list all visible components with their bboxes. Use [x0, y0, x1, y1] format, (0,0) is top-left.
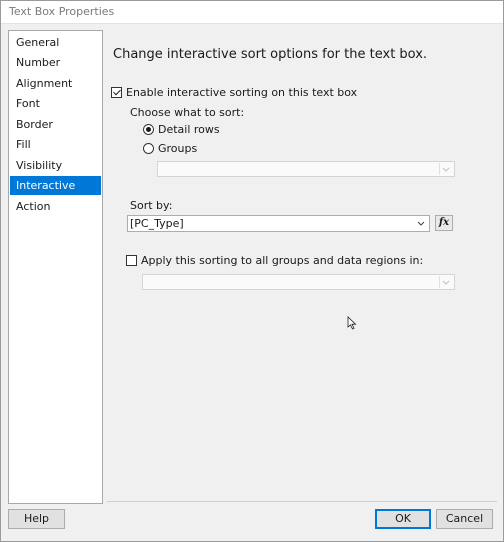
content-panel: Change interactive sort options for the … [107, 30, 497, 500]
apply-all-groups-checkbox[interactable] [126, 255, 137, 266]
apply-all-groups-label[interactable]: Apply this sorting to all groups and dat… [141, 254, 423, 267]
groups-radio[interactable] [143, 143, 154, 154]
chevron-down-icon [417, 221, 425, 226]
data-regions-dropdown[interactable] [142, 274, 455, 290]
sort-by-value: [PC_Type] [130, 217, 184, 230]
enable-sorting-checkbox[interactable] [111, 87, 122, 98]
detail-rows-radio[interactable] [143, 124, 154, 135]
nav-item-interactive-sorting[interactable]: Interactive Sorting [10, 176, 101, 211]
help-button[interactable]: Help [8, 509, 65, 529]
groups-dropdown[interactable] [157, 161, 455, 177]
sort-by-label: Sort by: [130, 199, 173, 212]
nav-item-action[interactable]: Action [10, 197, 101, 216]
nav-item-number[interactable]: Number [10, 53, 101, 72]
nav-item-alignment[interactable]: Alignment [10, 74, 101, 93]
detail-rows-label[interactable]: Detail rows [158, 123, 220, 136]
chevron-down-icon [439, 276, 450, 288]
choose-sort-label: Choose what to sort: [130, 106, 245, 119]
sort-by-dropdown[interactable]: [PC_Type] [127, 215, 430, 232]
cancel-button[interactable]: Cancel [436, 509, 493, 529]
nav-item-font[interactable]: Font [10, 94, 101, 113]
title-bar: Text Box Properties [1, 1, 503, 24]
enable-sorting-label[interactable]: Enable interactive sorting on this text … [126, 86, 357, 99]
category-list: General Number Alignment Font Border Fil… [8, 30, 103, 504]
mouse-cursor-icon [347, 316, 357, 330]
nav-item-general[interactable]: General [10, 33, 101, 52]
window-title: Text Box Properties [9, 5, 115, 18]
ok-button[interactable]: OK [375, 509, 431, 529]
expression-button[interactable]: fx [435, 215, 453, 231]
page-heading: Change interactive sort options for the … [113, 47, 428, 62]
footer-divider [107, 501, 497, 502]
nav-item-fill[interactable]: Fill [10, 135, 101, 154]
groups-label[interactable]: Groups [158, 142, 197, 155]
nav-item-visibility[interactable]: Visibility [10, 156, 101, 175]
nav-item-border[interactable]: Border [10, 115, 101, 134]
dialog-window: Text Box Properties General Number Align… [0, 0, 504, 542]
chevron-down-icon [439, 163, 450, 175]
